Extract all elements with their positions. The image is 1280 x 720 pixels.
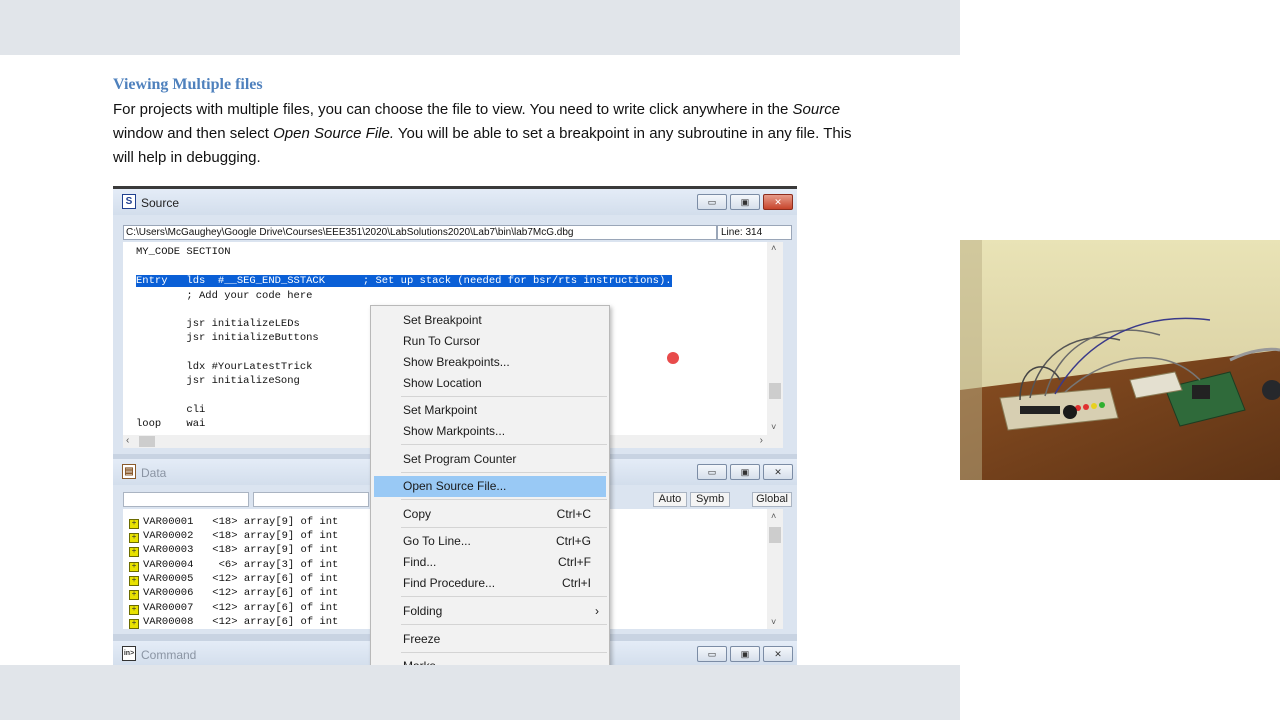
symb-button[interactable]: Symb	[690, 492, 730, 507]
expand-icon[interactable]: +	[129, 605, 139, 615]
menu-item-show-markpoints[interactable]: Show Markpoints...	[371, 421, 609, 442]
maximize-icon[interactable]: ▣	[730, 194, 760, 210]
global-button[interactable]: Global	[752, 492, 792, 507]
context-menu: Set Breakpoint Run To Cursor Show Breakp…	[370, 305, 610, 668]
breakpoint-marker[interactable]	[667, 352, 679, 364]
menu-item-set-markpoint[interactable]: Set Markpoint	[371, 400, 609, 421]
list-item[interactable]: + VAR00002 <18> array[9] of int	[129, 530, 338, 543]
close-icon[interactable]: ✕	[763, 464, 793, 480]
code-line: MY_CODE SECTION	[136, 246, 231, 258]
menu-separator	[401, 499, 607, 500]
command-window-icon: in>	[122, 646, 136, 661]
menu-item-freeze[interactable]: Freeze	[371, 629, 609, 650]
menu-item-find[interactable]: Find... Ctrl+F	[371, 552, 609, 573]
code-line: jsr initializeButtons	[136, 332, 319, 344]
scroll-thumb[interactable]	[769, 527, 781, 543]
source-title: Source	[141, 196, 180, 210]
scroll-up-icon[interactable]: ˄	[771, 511, 776, 521]
menu-item-set-breakpoint[interactable]: Set Breakpoint	[371, 310, 609, 331]
menu-separator	[401, 444, 607, 445]
menu-separator	[401, 472, 607, 473]
list-item[interactable]: + VAR00003 <18> array[9] of int	[129, 544, 338, 557]
source-window-icon: S	[122, 194, 136, 209]
auto-button[interactable]: Auto	[653, 492, 687, 507]
scroll-left-icon[interactable]: ‹	[126, 435, 129, 446]
instruction-paragraph: For projects with multiple files, you ca…	[113, 98, 853, 170]
list-item[interactable]: + VAR00004 <6> array[3] of int	[129, 559, 338, 572]
code-line: loop wai	[136, 418, 206, 430]
section-heading: Viewing Multiple files	[113, 76, 263, 93]
scroll-down-icon[interactable]: ˅	[771, 617, 776, 627]
menu-item-folding[interactable]: Folding ›	[371, 601, 609, 622]
menu-item-copy[interactable]: Copy Ctrl+C	[371, 504, 609, 525]
menu-item-find-procedure[interactable]: Find Procedure... Ctrl+I	[371, 573, 609, 594]
expand-icon[interactable]: +	[129, 562, 139, 572]
scroll-down-icon[interactable]: ˅	[771, 423, 776, 433]
close-icon[interactable]: ✕	[763, 646, 793, 662]
slide-bottom-band	[0, 665, 960, 720]
debugger-screenshot: S Source ▭ ▣ ✕ C:\Users\McGaughey\Google…	[113, 186, 797, 668]
code-line: ; Add your code here	[136, 290, 313, 302]
submenu-arrow-icon: ›	[595, 604, 599, 618]
minimize-icon[interactable]: ▭	[697, 194, 727, 210]
para-emphasis-open-source-file: Open Source File.	[273, 125, 395, 142]
line-indicator: Line: 314	[717, 225, 792, 240]
code-line: ldx #YourLatestTrick	[136, 361, 313, 373]
data-vertical-scrollbar[interactable]: ˄ ˅	[767, 509, 783, 629]
menu-separator	[401, 652, 607, 653]
maximize-icon[interactable]: ▣	[730, 464, 760, 480]
source-titlebar[interactable]: S Source ▭ ▣ ✕	[113, 189, 797, 215]
code-line: jsr initializeSong	[136, 375, 300, 387]
list-item[interactable]: + VAR00006 <12> array[6] of int	[129, 587, 338, 600]
data-title: Data	[141, 466, 167, 480]
menu-item-open-source-file[interactable]: Open Source File...	[374, 476, 606, 497]
code-line: cli	[136, 404, 206, 416]
source-path: C:\Users\McGaughey\Google Drive\Courses\…	[123, 225, 717, 240]
close-icon[interactable]: ✕	[763, 194, 793, 210]
code-line: jsr initializeLEDs	[136, 318, 300, 330]
hscroll-thumb[interactable]	[139, 436, 155, 447]
menu-item-run-to-cursor[interactable]: Run To Cursor	[371, 331, 609, 352]
source-vertical-scrollbar[interactable]: ˄ ˅	[767, 242, 783, 435]
data-filter-field[interactable]	[123, 492, 249, 507]
hardware-photo	[960, 240, 1280, 480]
document-body: Viewing Multiple files For projects with…	[113, 76, 853, 170]
menu-item-go-to-line[interactable]: Go To Line... Ctrl+G	[371, 531, 609, 552]
menu-separator	[401, 624, 607, 625]
list-item[interactable]: + VAR00005 <12> array[6] of int	[129, 573, 338, 586]
expand-icon[interactable]: +	[129, 576, 139, 586]
para-text-1: For projects with multiple files, you ca…	[113, 101, 793, 118]
menu-separator	[401, 596, 607, 597]
minimize-icon[interactable]: ▭	[697, 646, 727, 662]
menu-item-set-program-counter[interactable]: Set Program Counter	[371, 449, 609, 470]
menu-item-show-breakpoints[interactable]: Show Breakpoints...	[371, 352, 609, 373]
list-item[interactable]: + VAR00007 <12> array[6] of int	[129, 602, 338, 615]
expand-icon[interactable]: +	[129, 619, 139, 629]
expand-icon[interactable]: +	[129, 519, 139, 529]
menu-item-show-location[interactable]: Show Location	[371, 373, 609, 394]
menu-separator	[401, 396, 607, 397]
minimize-icon[interactable]: ▭	[697, 464, 727, 480]
expand-icon[interactable]: +	[129, 533, 139, 543]
scroll-up-icon[interactable]: ˄	[771, 244, 776, 254]
maximize-icon[interactable]: ▣	[730, 646, 760, 662]
expand-icon[interactable]: +	[129, 590, 139, 600]
expand-icon[interactable]: +	[129, 547, 139, 557]
scroll-thumb[interactable]	[769, 383, 781, 399]
para-text-2: window and then select	[113, 125, 274, 142]
data-scope-field[interactable]	[253, 492, 369, 507]
menu-separator	[401, 527, 607, 528]
list-item[interactable]: + VAR00001 <18> array[9] of int	[129, 516, 338, 529]
command-title: Command	[141, 648, 197, 662]
scroll-right-icon[interactable]: ›	[760, 435, 763, 446]
slide-top-band	[0, 0, 960, 55]
list-item[interactable]: + VAR00008 <12> array[6] of int	[129, 616, 338, 629]
code-line-selected: Entry lds #__SEG_END_SSTACK ; Set up sta…	[136, 275, 672, 287]
para-emphasis-source: Source	[792, 101, 841, 118]
data-window-icon: ▤	[122, 464, 136, 479]
